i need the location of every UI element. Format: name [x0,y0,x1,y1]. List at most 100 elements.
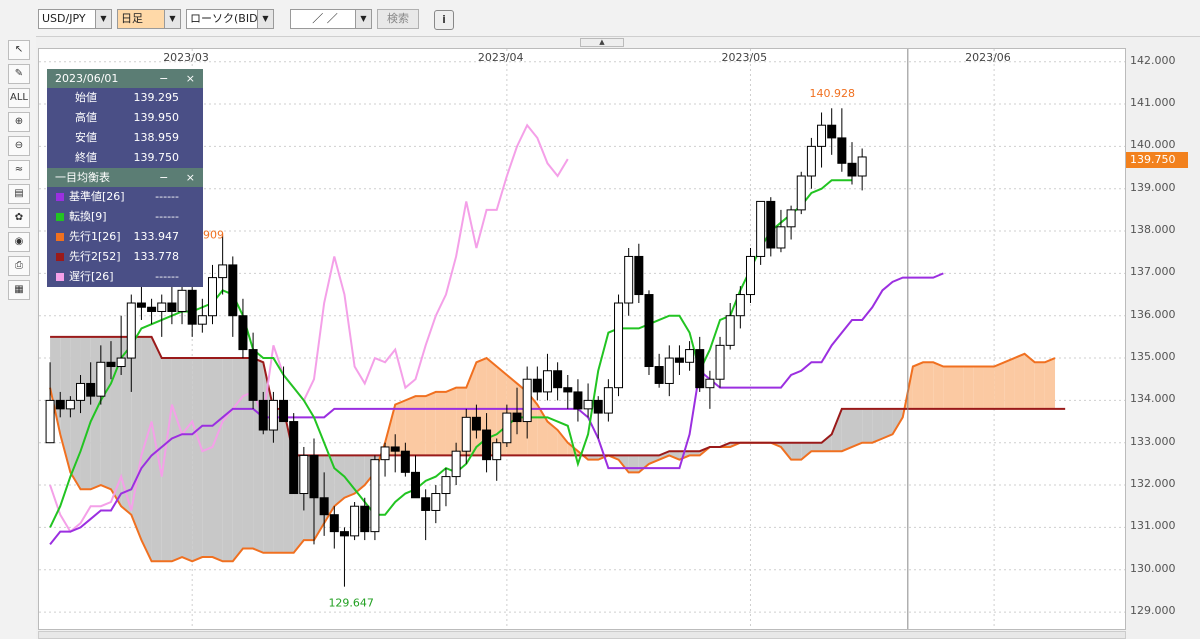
minimize-icon[interactable]: − [159,171,168,184]
zoom-out-tool[interactable]: ⊖ [8,136,30,156]
candle-body [96,361,106,397]
side-toolbar: ↖ ✎ ALL ⊕ ⊖ ≈ ▤ ✿ ◉ ⎙ ▦ [0,36,36,639]
horizontal-scrollbar[interactable] [38,631,1126,639]
candle-body [593,399,603,414]
ichimoku-title: 一目均衡表 [55,171,110,184]
candle-body [309,454,319,499]
x-tick-label: 2023/03 [163,51,209,64]
kumo-segment [192,358,203,562]
ichimoku-value: 133.778 [133,250,180,263]
kumo-segment [872,408,883,443]
candle-body [76,382,86,401]
info-icon[interactable]: i [434,10,454,30]
candle-body [167,302,177,312]
candle-body [664,357,674,384]
legend-swatch [56,213,64,221]
chevron-down-icon[interactable]: ▼ [95,10,111,28]
candle-body [553,370,563,389]
candle-body [766,200,776,249]
ichimoku-label: 遅行[26] [69,270,114,283]
pointer-tool[interactable]: ↖ [8,40,30,60]
candle-body [796,175,806,211]
ohlc-row: 終値 139.750 [47,148,203,168]
ohlc-label: 始値 [75,91,97,104]
candle-body [390,446,400,452]
candle-body [745,255,755,296]
kumo-segment [435,391,446,456]
candle-body [695,349,705,389]
palette-tool[interactable]: ✿ [8,208,30,228]
ichimoku-row: 先行2[52] 133.778 [47,247,203,267]
collapse-toggle[interactable]: ▲ [580,38,624,47]
pencil-tool[interactable]: ✎ [8,64,30,84]
kumo-segment [557,430,568,456]
ichimoku-row: 基準値[26] ------ [47,187,203,207]
candle-body [837,137,847,164]
candle-body [218,264,228,279]
x-tick-label: 2023/06 [965,51,1011,64]
chevron-down-icon[interactable]: ▼ [164,10,180,28]
symbol-value: USD/JPY [42,12,86,25]
ichimoku-label: 基準値[26] [69,190,125,203]
candle-body [715,344,725,380]
candle-body [634,255,644,296]
timeframe-select[interactable]: 日足 ▼ [117,9,181,29]
chevron-down-icon[interactable]: ▼ [355,10,371,28]
eye-tool[interactable]: ◉ [8,232,30,252]
kumo-segment [425,391,436,456]
info-panel-header: 2023/06/01 − × [47,69,203,88]
zoom-in-tool[interactable]: ⊕ [8,112,30,132]
x-tick-label: 2023/04 [477,51,524,64]
kumo-segment [923,362,934,409]
candle-body [55,399,65,410]
y-tick-label: 129.000 [1130,604,1176,618]
candle-body [786,209,796,228]
candle-body [817,124,827,147]
candle-body [735,294,745,317]
kumo-segment [933,362,944,409]
candle-body [776,226,786,249]
y-tick-label: 131.000 [1130,519,1176,533]
close-icon[interactable]: × [186,72,195,85]
print-tool[interactable]: ⎙ [8,256,30,276]
kumo-segment [973,366,984,409]
y-tick-label: 135.000 [1130,350,1176,364]
kumo-segment [131,336,142,541]
candle-body [289,421,299,495]
chart-type-select[interactable]: ローソク(BID) ▼ [186,9,274,29]
chevron-down-icon[interactable]: ▼ [257,10,273,28]
legend-swatch [56,193,64,201]
price-table-tool[interactable]: ▤ [8,184,30,204]
kumo-segment [344,455,355,498]
kumo-segment [445,387,457,456]
indicator-tool[interactable]: ≈ [8,160,30,180]
grid-tool[interactable]: ▦ [8,280,30,300]
kumo-segment [80,336,91,490]
partial-annotation: 909 [203,228,224,241]
candle-body [421,497,431,511]
minimize-icon[interactable]: − [159,72,168,85]
kumo-segment [182,358,193,562]
candle-body [583,399,593,410]
kumo-segment [994,362,1005,409]
symbol-select[interactable]: USD/JPY ▼ [38,9,112,29]
y-tick-label: 130.000 [1130,561,1176,575]
date-input[interactable]: ／ ／ ▼ [290,9,372,29]
erase-all-tool[interactable]: ALL [8,88,30,108]
candle-body [492,442,502,461]
candle-body [441,476,451,495]
kumo-segment [405,396,416,456]
candle-body [512,412,522,423]
candle-body [45,399,55,444]
kumo-segment [862,408,873,443]
kumo-segment [263,362,274,553]
close-icon[interactable]: × [186,171,195,184]
candle-body [654,366,664,384]
candle-body [756,200,766,257]
candle-body [339,531,349,537]
search-button[interactable]: 検索 [377,9,419,29]
legend-swatch [56,273,64,281]
kumo-segment [791,442,802,460]
kumo-segment [1014,353,1025,409]
candle-body [644,294,654,368]
